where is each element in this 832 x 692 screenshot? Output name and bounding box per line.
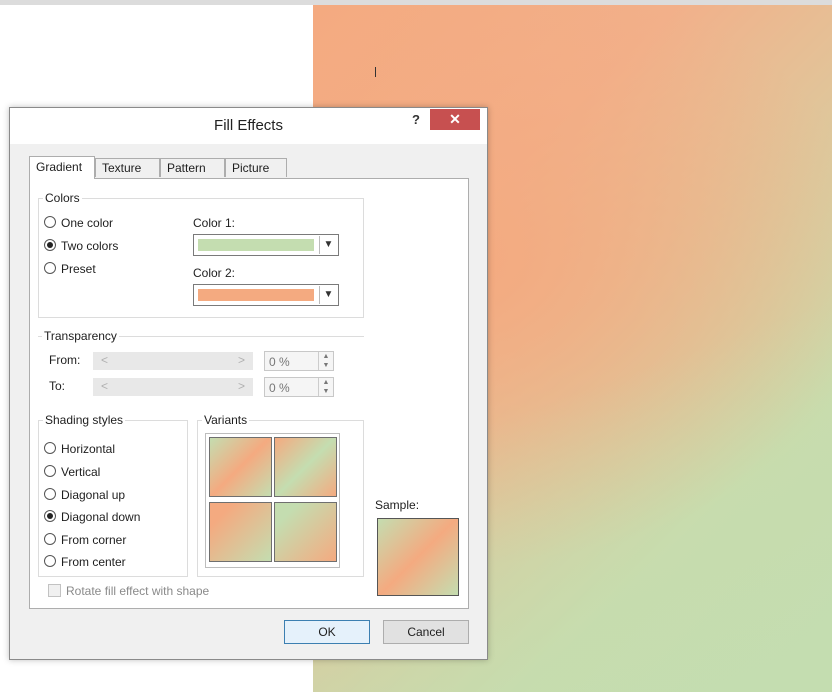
- gradient-panel: Colors One color Two colors Preset Color…: [29, 178, 469, 609]
- radio-two-colors-dot: [44, 239, 56, 251]
- help-button[interactable]: ?: [406, 111, 426, 129]
- radio-diagonal-down-label: Diagonal down: [61, 510, 141, 524]
- to-slider[interactable]: < >: [93, 378, 253, 396]
- spinner-arrows-icon: ▲ ▼: [318, 352, 333, 370]
- close-button[interactable]: ✕: [430, 109, 480, 130]
- cancel-button[interactable]: Cancel: [383, 620, 469, 644]
- radio-from-center-label: From center: [61, 555, 126, 569]
- ok-button[interactable]: OK: [284, 620, 370, 644]
- slider-left-arrow-icon: <: [101, 379, 109, 393]
- color2-label: Color 2:: [193, 266, 236, 280]
- radio-preset-label: Preset: [61, 262, 96, 276]
- dialog-titlebar: Fill Effects ? ✕: [10, 108, 487, 144]
- close-icon: ✕: [449, 111, 461, 127]
- sample-preview: [377, 518, 459, 596]
- spinner-arrows-icon: ▲ ▼: [318, 378, 333, 396]
- rotate-fill-checkbox-box: [48, 584, 61, 597]
- tab-texture[interactable]: Texture: [95, 158, 160, 177]
- shading-styles-group: Shading styles Horizontal Vertical Diago…: [38, 413, 188, 577]
- color1-dropdown[interactable]: ▼: [193, 234, 339, 256]
- variants-grid: [205, 433, 340, 568]
- transparency-legend: Transparency: [42, 329, 119, 343]
- variants-legend: Variants: [202, 413, 250, 427]
- radio-diagonal-up-dot: [44, 488, 56, 500]
- radio-two-colors-label: Two colors: [61, 239, 119, 253]
- variant-2[interactable]: [274, 437, 337, 497]
- radio-diagonal-up-label: Diagonal up: [61, 488, 126, 502]
- color2-swatch: [198, 289, 314, 301]
- color2-dropdown[interactable]: ▼: [193, 284, 339, 306]
- to-spinner[interactable]: 0 % ▲ ▼: [264, 377, 334, 397]
- sample-label: Sample:: [375, 498, 420, 512]
- radio-one-color-dot: [44, 216, 56, 228]
- color1-label: Color 1:: [193, 216, 236, 230]
- radio-horizontal-label: Horizontal: [61, 442, 116, 456]
- shading-styles-legend: Shading styles: [43, 413, 126, 427]
- chevron-down-icon: ▼: [319, 286, 337, 304]
- radio-from-corner-label: From corner: [61, 533, 127, 547]
- slider-right-arrow-icon: >: [237, 353, 245, 367]
- transparency-group: Transparency From: < > 0 % ▲ ▼ To: < > 0 …: [38, 329, 364, 404]
- radio-preset-dot: [44, 262, 56, 274]
- radio-one-color-label: One color: [61, 216, 114, 230]
- variant-1[interactable]: [209, 437, 272, 497]
- colors-group: Colors One color Two colors Preset Color…: [38, 191, 364, 318]
- radio-vertical-dot: [44, 465, 56, 477]
- radio-diagonal-down-dot: [44, 510, 56, 522]
- tab-gradient[interactable]: Gradient: [29, 156, 95, 179]
- radio-horizontal-dot: [44, 442, 56, 454]
- tab-pattern[interactable]: Pattern: [160, 158, 225, 177]
- radio-from-corner-dot: [44, 533, 56, 545]
- tab-picture[interactable]: Picture: [225, 158, 287, 177]
- radio-vertical-label: Vertical: [61, 465, 101, 479]
- slider-left-arrow-icon: <: [101, 353, 109, 367]
- from-value: 0 %: [269, 355, 290, 369]
- radio-from-center-dot: [44, 555, 56, 567]
- variant-4[interactable]: [274, 502, 337, 562]
- color1-swatch: [198, 239, 314, 251]
- to-label: To:: [49, 379, 66, 393]
- rotate-fill-checkbox-label: Rotate fill effect with shape: [66, 584, 210, 598]
- fill-effects-dialog: Fill Effects ? ✕ Gradient Texture Patter…: [9, 107, 488, 660]
- to-value: 0 %: [269, 381, 290, 395]
- slider-right-arrow-icon: >: [237, 379, 245, 393]
- from-slider[interactable]: < >: [93, 352, 253, 370]
- variant-3[interactable]: [209, 502, 272, 562]
- text-cursor: [375, 67, 376, 77]
- from-spinner[interactable]: 0 % ▲ ▼: [264, 351, 334, 371]
- colors-legend: Colors: [43, 191, 82, 205]
- from-label: From:: [49, 353, 81, 367]
- chevron-down-icon: ▼: [319, 236, 337, 254]
